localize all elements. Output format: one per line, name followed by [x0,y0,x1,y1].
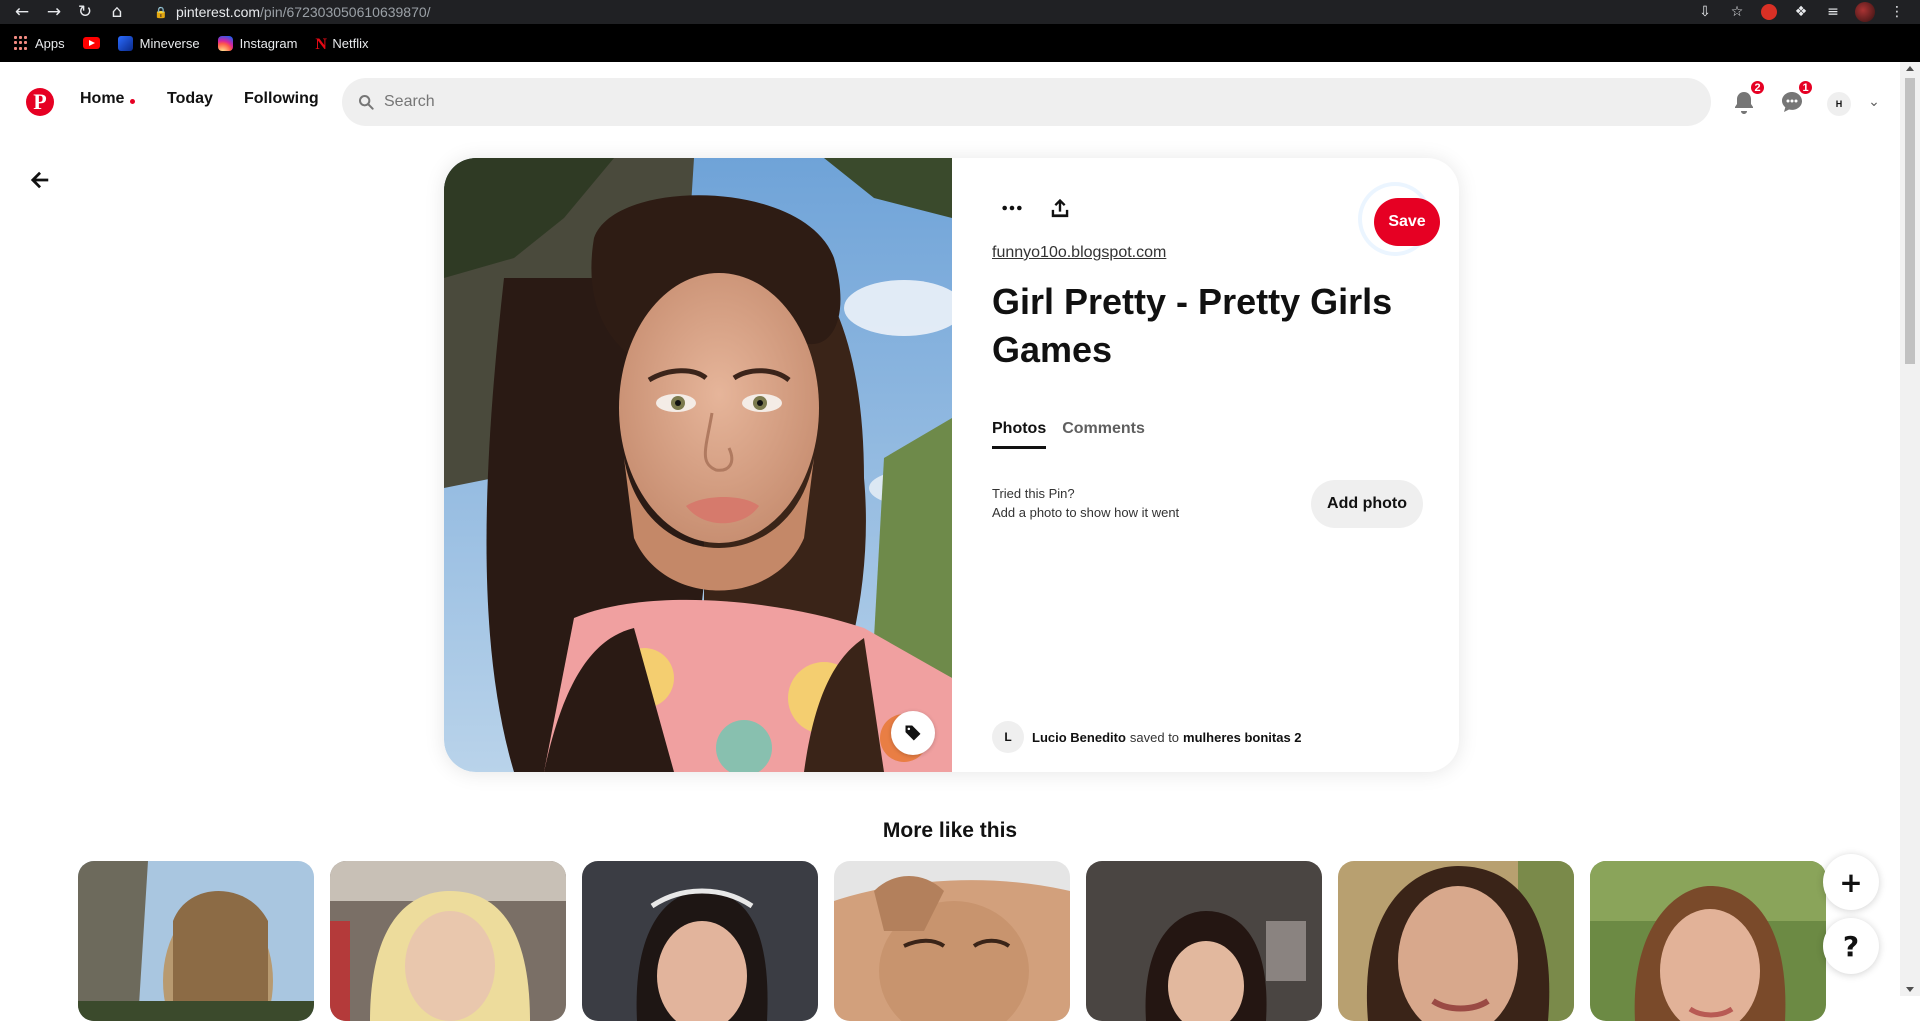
related-pin-3[interactable] [582,861,818,1021]
board-link[interactable]: mulheres bonitas 2 [1183,730,1301,745]
arrow-left-icon [30,171,49,189]
related-pin-5[interactable] [1086,861,1322,1021]
reload-icon[interactable]: ↻ [73,0,97,24]
related-pin-4[interactable] [834,861,1070,1021]
scroll-up-arrow-icon[interactable] [1906,66,1914,71]
related-pin-image [834,861,1070,1021]
add-photo-button[interactable]: Add photo [1311,480,1423,528]
tag-icon [905,725,921,741]
save-button[interactable]: Save [1374,198,1440,246]
browser-menu-icon[interactable]: ⋮ [1886,1,1908,23]
bookmark-netflix[interactable]: N Netflix [315,35,369,53]
netflix-icon: N [315,35,327,53]
related-pin-image [1338,861,1574,1021]
source-link[interactable]: funnyo10o.blogspot.com [992,244,1166,262]
user-avatar[interactable]: H [1827,92,1851,116]
bookmark-label: Instagram [239,35,298,51]
home-icon[interactable]: ⌂ [105,0,129,24]
product-tag-button[interactable] [891,711,935,755]
bookmark-label: Apps [35,35,65,51]
pin-title: Girl Pretty - Pretty Girls Games [992,281,1393,370]
related-pin-image [78,861,314,1021]
nav-following[interactable]: Following [244,90,319,108]
portrait-photo [444,158,952,772]
related-pins-grid [78,861,1826,1021]
chevron-down-icon[interactable]: ⌄ [1862,90,1886,114]
back-arrow-icon[interactable]: ← [10,0,34,24]
tried-pin-prompt: Tried this Pin? Add a photo to show how … [992,484,1179,522]
mineverse-icon [117,35,133,51]
url-text: pinterest.com/pin/672303050610639870/ [176,4,431,20]
saver-avatar[interactable]: L [992,721,1024,753]
more-options-button[interactable] [992,188,1032,228]
bookmark-mineverse[interactable]: Mineverse [117,35,200,51]
search-icon [359,95,374,110]
extensions-puzzle-icon[interactable]: ❖ [1790,1,1812,23]
related-pin-image [582,861,818,1021]
share-button[interactable] [1040,188,1080,228]
back-button[interactable] [26,166,54,194]
bookmark-apps[interactable]: Apps [14,36,65,51]
ellipsis-icon [1002,205,1022,211]
page-scrollbar[interactable] [1900,62,1920,996]
youtube-icon [82,37,100,49]
pinterest-logo-icon[interactable]: P [26,88,54,116]
related-pin-image [330,861,566,1021]
tab-photos[interactable]: Photos [992,420,1047,449]
notifications-button[interactable]: 2 [1728,79,1766,118]
browser-actions: ⇩ ☆ ❖ ≡ ⋮ [1694,0,1908,24]
saver-attribution: L Lucio Benedito saved to mulheres bonit… [992,721,1302,753]
pin-closeup-card: Save funnyo10o.blogspot.com Girl Pretty … [444,158,1459,772]
notification-badge: 2 [1749,79,1766,96]
nav-home[interactable]: Home [80,90,124,108]
bookmark-youtube[interactable] [82,37,100,49]
profile-avatar-icon[interactable] [1854,1,1876,23]
bookmark-label: Mineverse [139,35,200,51]
scroll-thumb[interactable] [1905,78,1915,364]
help-button[interactable]: ? [1823,918,1879,974]
tried-subtitle: Add a photo to show how it went [992,505,1180,520]
related-pin-image [1590,861,1826,1021]
install-app-icon[interactable]: ⇩ [1694,1,1716,23]
instagram-icon [217,35,233,51]
bookmark-label: Netflix [332,35,369,51]
related-pin-6[interactable] [1338,861,1574,1021]
tried-title: Tried this Pin? [992,486,1075,501]
create-plus-button[interactable]: + [1823,854,1879,910]
search-input[interactable] [384,93,1684,111]
more-like-this-heading: More like this [882,819,1018,842]
lock-icon: 🔒 [154,6,168,19]
messages-button[interactable]: 1 [1776,79,1814,118]
scroll-down-arrow-icon[interactable] [1906,987,1914,992]
apps-grid-icon [14,36,28,50]
tab-comments[interactable]: Comments [1062,420,1145,449]
bookmarks-bar: Apps Mineverse Instagram N Netflix [0,24,1920,62]
browser-toolbar: ← → ↻ ⌂ 🔒 pinterest.com/pin/672303050610… [0,0,1920,24]
saved-to-text: saved to [1129,729,1180,745]
address-bar[interactable]: 🔒 pinterest.com/pin/672303050610639870/ [140,0,1700,24]
pin-tabs: Photos Comments [992,420,1145,449]
related-pin-7[interactable] [1590,861,1826,1021]
saver-name[interactable]: Lucio Benedito [1032,730,1126,745]
message-badge: 1 [1797,79,1814,96]
related-pin-1[interactable] [78,861,314,1021]
share-upload-icon [1051,198,1069,218]
related-pin-2[interactable] [330,861,566,1021]
home-notification-dot [130,99,135,104]
bookmark-instagram[interactable]: Instagram [217,35,298,51]
pin-image[interactable] [444,158,952,772]
extension-red-icon[interactable] [1758,1,1780,23]
related-pin-image [1086,861,1322,1021]
pin-details: Save funnyo10o.blogspot.com Girl Pretty … [952,158,1459,772]
nav-today[interactable]: Today [167,90,213,108]
bookmark-star-icon[interactable]: ☆ [1726,1,1748,23]
forward-arrow-icon[interactable]: → [42,0,66,24]
site-header: P Home Today Following 2 1 H ⌄ [0,62,1900,142]
media-queue-icon[interactable]: ≡ [1822,1,1844,23]
search-bar[interactable] [342,78,1711,126]
